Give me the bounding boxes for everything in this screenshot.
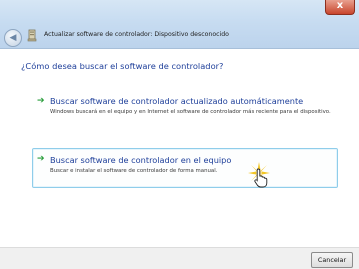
green-arrow-icon: ➔ xyxy=(37,96,45,106)
back-button[interactable]: ◀ xyxy=(4,29,22,47)
page-question: ¿Cómo desea buscar el software de contro… xyxy=(21,61,224,71)
wizard-content: ¿Cómo desea buscar el software de contro… xyxy=(0,49,359,247)
close-icon: x xyxy=(336,0,344,11)
option-browse-computer[interactable]: ➔ Buscar software de controlador en el e… xyxy=(32,148,338,188)
cancel-button[interactable]: Cancelar xyxy=(311,252,353,268)
title-bar: x ◀ Actualizar software de controlador: … xyxy=(0,0,359,49)
option-search-automatically[interactable]: ➔ Buscar software de controlador actuali… xyxy=(32,96,332,130)
back-arrow-icon: ◀ xyxy=(9,33,17,43)
close-button[interactable]: x xyxy=(325,0,355,15)
wizard-footer: Cancelar xyxy=(0,247,359,269)
option-description: Windows buscará en el equipo y en Intern… xyxy=(50,109,331,115)
mouse-cursor-icon xyxy=(254,168,268,188)
window-title: Actualizar software de controlador: Disp… xyxy=(44,31,229,38)
green-arrow-icon: ➔ xyxy=(37,154,45,164)
option-description: Buscar e instalar el software de control… xyxy=(50,168,218,174)
option-title: Buscar software de controlador en el equ… xyxy=(50,155,232,165)
device-manager-icon xyxy=(27,29,37,42)
option-title: Buscar software de controlador actualiza… xyxy=(50,96,304,106)
